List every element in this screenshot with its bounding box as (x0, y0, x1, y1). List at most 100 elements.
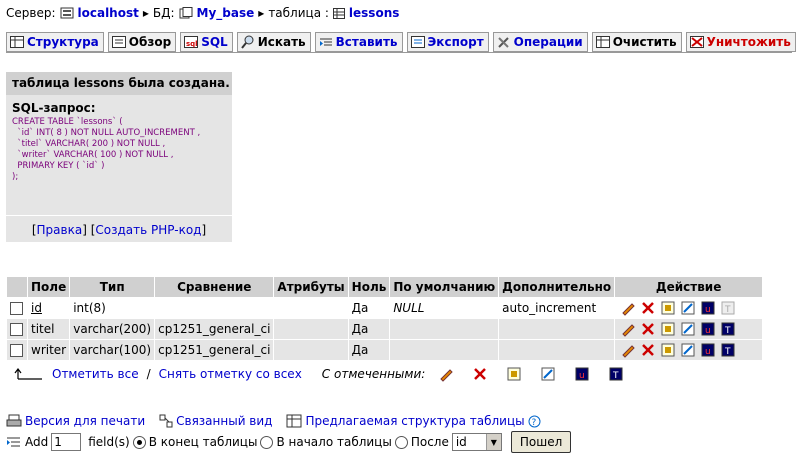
tab-search[interactable]: Искать (236, 32, 311, 52)
footer-links: Версия для печати Связанный вид Предлага… (6, 414, 541, 428)
table-link[interactable]: lessons (349, 6, 399, 20)
relation-link[interactable]: Связанный вид (176, 414, 272, 428)
row-actions: u T (618, 342, 759, 358)
print-link[interactable]: Версия для печати (25, 414, 145, 428)
table-analyze-icon (286, 414, 302, 428)
search-icon (240, 35, 254, 49)
index-icon[interactable] (680, 300, 696, 316)
svg-text:u: u (705, 305, 711, 315)
relation-icon (159, 414, 173, 428)
fulltext-icon[interactable]: T (603, 366, 629, 382)
svg-text:T: T (724, 305, 731, 315)
tab-drop[interactable]: Уничтожить (685, 32, 796, 52)
delete-icon[interactable] (640, 300, 656, 316)
tab-insert[interactable]: Вставить (314, 32, 403, 52)
uncheck-all-link[interactable]: Снять отметку со всех (159, 367, 302, 381)
tab-sql[interactable]: sql SQL (180, 32, 233, 52)
delete-icon[interactable] (640, 342, 656, 358)
propose-structure[interactable]: Предлагаемая структура таблицы ? (286, 414, 541, 428)
header-checkbox (6, 276, 28, 298)
message-title: таблица lessons была создана. (6, 72, 232, 95)
unique-icon[interactable]: u (569, 366, 595, 382)
edit-icon[interactable] (620, 321, 636, 337)
after-field-select[interactable]: id ▼ (451, 433, 502, 451)
success-message: таблица lessons была создана. SQL-запрос… (6, 72, 232, 242)
header-type: Тип (69, 276, 156, 298)
help-icon[interactable]: ? (528, 415, 541, 428)
chevron-right-icon: ▸ (258, 6, 265, 20)
fulltext-icon[interactable]: T (720, 321, 736, 337)
row-actions: u T (618, 300, 759, 316)
field-null: Да (347, 339, 391, 361)
row-checkbox[interactable] (10, 323, 23, 336)
db-link[interactable]: My_base (197, 6, 255, 20)
table-row: writer varchar(100) cp1251_general_ci Да… (6, 339, 764, 361)
primary-key-icon[interactable] (660, 321, 676, 337)
sql-line: `writer` VARCHAR( 100 ) NOT NULL , (12, 150, 174, 160)
sql-line: PRIMARY KEY ( `id` ) (12, 161, 105, 171)
after-label: После (410, 435, 449, 449)
check-all-link[interactable]: Отметить все (52, 367, 139, 381)
tab-empty[interactable]: Очистить (591, 32, 682, 52)
edit-icon[interactable] (620, 300, 636, 316)
structure-table: Поле Тип Сравнение Атрибуты Ноль По умол… (6, 276, 764, 361)
edit-link[interactable]: Правка (37, 223, 83, 237)
edit-icon[interactable] (433, 366, 459, 382)
export-icon (410, 36, 425, 48)
svg-text:?: ? (531, 418, 536, 428)
delete-icon[interactable] (640, 321, 656, 337)
field-default (389, 318, 500, 340)
unique-icon[interactable]: u (700, 342, 716, 358)
drop-icon (689, 36, 704, 48)
field-name: id (31, 301, 42, 315)
field-name: writer (26, 339, 71, 361)
row-actions: u T (618, 321, 759, 337)
index-icon[interactable] (535, 366, 561, 382)
field-collation: cp1251_general_ci (154, 318, 275, 340)
unique-icon[interactable]: u (700, 321, 716, 337)
structure-icon (10, 36, 24, 48)
go-button[interactable]: Пошел (510, 431, 572, 453)
field-count-input[interactable]: 1 (51, 433, 82, 451)
table-header-row: Поле Тип Сравнение Атрибуты Ноль По умол… (6, 276, 764, 298)
tab-browse[interactable]: Обзор (107, 32, 177, 52)
tab-structure[interactable]: Структура (6, 32, 104, 52)
field-attributes (273, 339, 349, 361)
field-attributes (273, 318, 349, 340)
selection-bar: Отметить все / Снять отметку со всех С о… (14, 366, 629, 382)
field-attributes (273, 297, 349, 319)
propose-link[interactable]: Предлагаемая структура таблицы (305, 414, 524, 428)
separator: / (146, 367, 151, 381)
sql-icon: sql (184, 36, 199, 48)
at-start-radio[interactable] (260, 435, 274, 449)
header-action: Действие (614, 276, 764, 298)
fulltext-icon: T (721, 301, 735, 315)
tab-operations[interactable]: Операции (492, 32, 588, 52)
fulltext-icon[interactable]: T (720, 342, 736, 358)
row-checkbox[interactable] (10, 344, 23, 357)
unique-icon[interactable]: u (700, 300, 716, 316)
table-icon (332, 7, 345, 19)
tab-export[interactable]: Экспорт (406, 32, 489, 52)
svg-text:T: T (724, 326, 731, 336)
primary-key-icon[interactable] (660, 300, 676, 316)
relation-view[interactable]: Связанный вид (159, 414, 272, 428)
delete-icon[interactable] (467, 366, 493, 382)
create-php-link[interactable]: Создать PHP-код (95, 223, 201, 237)
field-type: varchar(100) (69, 339, 156, 361)
svg-text:T: T (612, 371, 619, 381)
row-checkbox[interactable] (10, 302, 23, 315)
index-icon[interactable] (680, 342, 696, 358)
at-end-radio[interactable] (132, 435, 146, 449)
database-icon (179, 7, 193, 19)
primary-key-icon[interactable] (660, 342, 676, 358)
edit-icon[interactable] (620, 342, 636, 358)
server-link[interactable]: localhost (78, 6, 139, 20)
print-view[interactable]: Версия для печати (6, 414, 145, 428)
header-extra: Дополнительно (498, 276, 616, 298)
primary-key-icon[interactable] (501, 366, 527, 382)
chevron-down-icon: ▼ (485, 434, 501, 450)
svg-text:u: u (705, 326, 711, 336)
index-icon[interactable] (680, 321, 696, 337)
after-radio[interactable] (394, 435, 408, 449)
